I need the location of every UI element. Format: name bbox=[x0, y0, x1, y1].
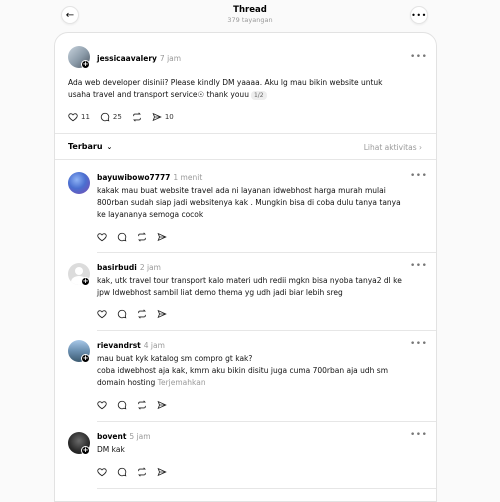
reply-button[interactable] bbox=[117, 309, 127, 319]
heart-icon bbox=[97, 468, 107, 477]
post-author[interactable]: jessicaavalery 7 jam bbox=[97, 54, 181, 63]
heart-icon bbox=[97, 310, 107, 319]
comment-icon bbox=[100, 112, 110, 122]
divider bbox=[55, 133, 436, 134]
reply-button[interactable] bbox=[117, 232, 127, 242]
share-count: 10 bbox=[164, 113, 174, 121]
follow-plus-icon[interactable]: + bbox=[81, 354, 90, 363]
share-button[interactable] bbox=[157, 232, 167, 242]
thread-card: + jessicaavalery 7 jam ••• Ada web develo… bbox=[54, 32, 437, 502]
translate-link[interactable]: Terjemahkan bbox=[158, 378, 206, 387]
reply-actions bbox=[97, 232, 177, 242]
avatar[interactable] bbox=[68, 172, 90, 194]
repost-icon bbox=[138, 400, 146, 410]
reply-text: mau buat kyk katalog sm compro gt kak? c… bbox=[97, 354, 389, 387]
reply-text: kakak mau buat website travel ada ni lay… bbox=[97, 186, 401, 219]
like-button[interactable]: 11 bbox=[68, 112, 90, 122]
share-button[interactable] bbox=[157, 467, 167, 477]
view-activity-link[interactable]: Lihat aktivitas › bbox=[364, 143, 422, 152]
comment-icon bbox=[117, 309, 127, 319]
heart-icon bbox=[68, 113, 78, 122]
post-time: 7 jam bbox=[159, 54, 182, 63]
repost-icon bbox=[138, 232, 146, 242]
send-icon bbox=[157, 400, 167, 410]
reply-more-icon[interactable]: ••• bbox=[410, 171, 427, 181]
send-icon bbox=[157, 309, 167, 319]
repost-button[interactable] bbox=[137, 309, 147, 319]
chevron-down-icon: ⌄ bbox=[106, 142, 113, 151]
repost-icon bbox=[138, 467, 146, 477]
post-actions: 11 25 10 bbox=[68, 112, 184, 122]
repost-button[interactable] bbox=[137, 232, 147, 242]
comment-icon bbox=[117, 400, 127, 410]
share-button[interactable] bbox=[157, 309, 167, 319]
like-button[interactable] bbox=[97, 467, 107, 477]
sort-dropdown[interactable]: Terbaru ⌄ bbox=[68, 142, 112, 151]
reply-more-icon[interactable]: ••• bbox=[410, 430, 427, 440]
follow-plus-icon[interactable]: + bbox=[81, 446, 90, 455]
comment-icon bbox=[117, 232, 127, 242]
reply-count: 25 bbox=[112, 113, 122, 121]
like-count: 11 bbox=[81, 113, 90, 121]
divider bbox=[97, 421, 436, 422]
pager-badge[interactable]: 1/2 bbox=[250, 91, 267, 100]
post-text: Ada web developer disinii? Please kindly… bbox=[68, 78, 383, 100]
more-icon: ••• bbox=[411, 10, 427, 20]
heart-icon bbox=[97, 401, 107, 410]
divider bbox=[55, 159, 436, 160]
share-button[interactable]: 10 bbox=[152, 112, 174, 122]
share-button[interactable] bbox=[157, 400, 167, 410]
send-icon bbox=[152, 112, 162, 122]
repost-button[interactable] bbox=[137, 400, 147, 410]
repost-button[interactable] bbox=[137, 467, 147, 477]
divider bbox=[97, 252, 436, 253]
repost-button[interactable] bbox=[132, 112, 142, 122]
like-button[interactable] bbox=[97, 309, 107, 319]
comment-icon bbox=[117, 467, 127, 477]
divider bbox=[97, 330, 436, 331]
like-button[interactable] bbox=[97, 400, 107, 410]
reply-button[interactable] bbox=[117, 467, 127, 477]
reply-more-icon[interactable]: ••• bbox=[410, 261, 427, 271]
reply-author[interactable]: basirbudi 2 jam bbox=[97, 263, 161, 272]
reply-actions bbox=[97, 467, 177, 477]
like-button[interactable] bbox=[97, 232, 107, 242]
divider bbox=[97, 488, 436, 489]
reply-author[interactable]: bayuwibowo7777 1 menit bbox=[97, 173, 202, 182]
reply-actions bbox=[97, 400, 177, 410]
heart-icon bbox=[97, 233, 107, 242]
reply-author[interactable]: rievandrst 4 jam bbox=[97, 341, 165, 350]
post-more-icon[interactable]: ••• bbox=[410, 52, 427, 62]
reply-more-icon[interactable]: ••• bbox=[410, 339, 427, 349]
more-options-button[interactable]: ••• bbox=[410, 6, 428, 24]
reply-button[interactable]: 25 bbox=[100, 112, 122, 122]
reply-text: kak, utk travel tour transport kalo mate… bbox=[97, 276, 402, 297]
repost-icon bbox=[132, 112, 141, 122]
reply-actions bbox=[97, 309, 177, 319]
reply-author[interactable]: bovent 5 jam bbox=[97, 432, 151, 441]
send-icon bbox=[157, 232, 167, 242]
reply-text: DM kak bbox=[97, 445, 125, 454]
chevron-right-icon: › bbox=[419, 143, 422, 152]
send-icon bbox=[157, 467, 167, 477]
reply-button[interactable] bbox=[117, 400, 127, 410]
repost-icon bbox=[138, 309, 146, 319]
follow-plus-icon[interactable]: + bbox=[81, 277, 90, 286]
top-bar: ← Thread 379 tayangan ••• bbox=[0, 0, 500, 32]
follow-plus-icon[interactable]: + bbox=[81, 60, 90, 69]
